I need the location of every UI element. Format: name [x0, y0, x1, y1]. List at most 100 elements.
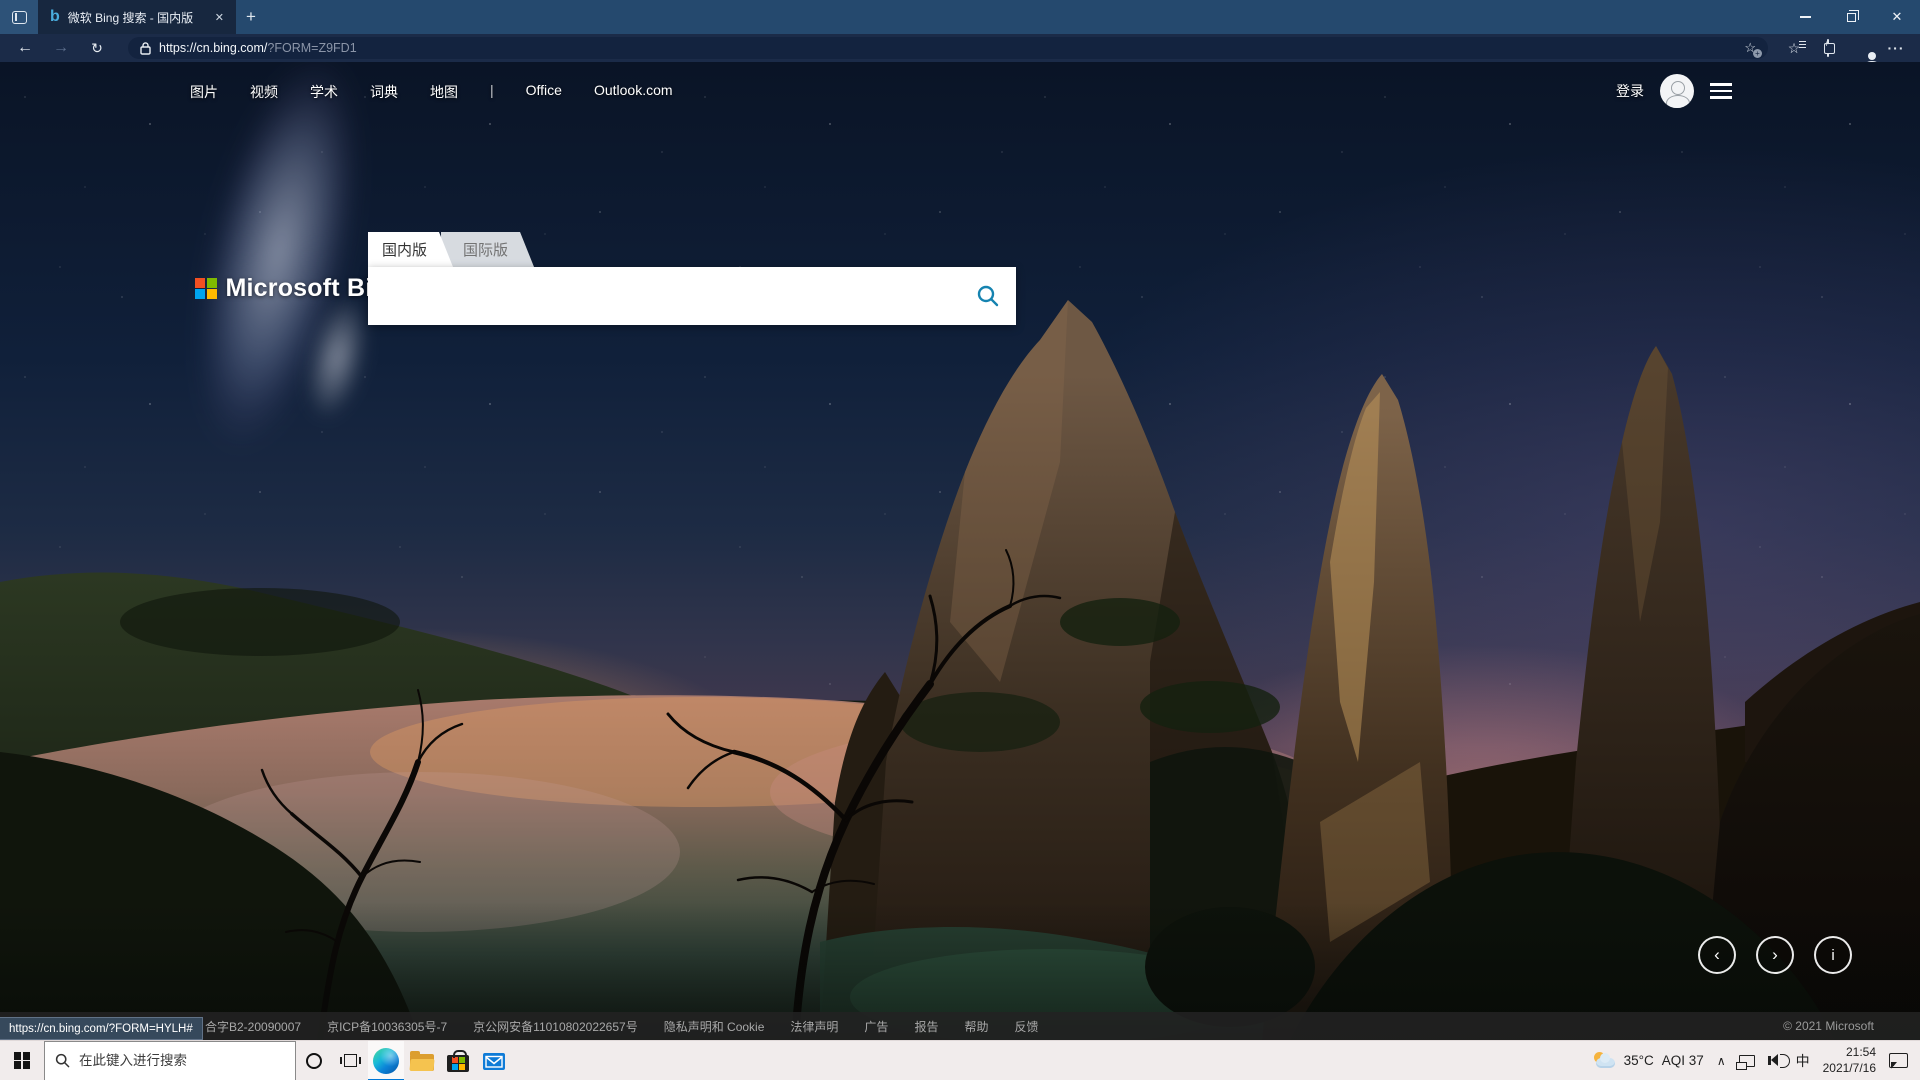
footer-license[interactable]: 合字B2-20090007 — [205, 1018, 301, 1035]
bing-header-right: 登录 — [1616, 74, 1732, 108]
footer-icp[interactable]: 京ICP备10036305号-7 — [327, 1018, 447, 1035]
carousel-next-button[interactable]: › — [1756, 936, 1794, 974]
network-icon[interactable] — [1739, 1055, 1755, 1067]
nav-images[interactable]: 图片 — [190, 82, 218, 102]
link-status-tooltip: https://cn.bing.com/?FORM=HYLH# — [0, 1017, 203, 1040]
search-box — [368, 267, 1016, 325]
cortana-button[interactable] — [296, 1041, 332, 1080]
clock-date: 2021/7/16 — [1823, 1061, 1876, 1077]
search-module: 国内版 国际版 — [368, 232, 1016, 325]
bing-nav: 图片 视频 学术 词典 地图 | Office Outlook.com — [190, 82, 673, 102]
restore-icon — [1847, 13, 1856, 22]
page-footer: 合字B2-20090007 京ICP备10036305号-7 京公网安备1101… — [0, 1012, 1920, 1040]
collections-icon — [1827, 39, 1829, 57]
store-button[interactable] — [440, 1041, 476, 1080]
weather-temp: 35°C — [1624, 1053, 1654, 1068]
mail-button[interactable] — [476, 1041, 512, 1080]
file-explorer-icon — [410, 1054, 434, 1071]
browser-toolbar: ← → ↻ https://cn.bing.com/?FORM=Z9FD1 ☆+… — [0, 34, 1920, 62]
footer-ads[interactable]: 广告 — [864, 1018, 888, 1035]
microsoft-logo-icon — [195, 278, 217, 300]
settings-menu-button[interactable]: ··· — [1882, 40, 1910, 56]
collections-button[interactable] — [1814, 40, 1842, 56]
footer-legal[interactable]: 法律声明 — [790, 1018, 838, 1035]
nav-divider: | — [490, 82, 494, 102]
minimize-button[interactable] — [1782, 0, 1828, 34]
footer-copyright: © 2021 Microsoft — [1783, 1019, 1920, 1033]
search-input[interactable] — [368, 267, 960, 325]
tab-domestic[interactable]: 国内版 — [368, 232, 453, 267]
search-tabs: 国内版 国际版 — [368, 232, 1016, 267]
window-controls: ✕ — [1782, 0, 1920, 34]
carousel-prev-button[interactable]: ‹ — [1698, 936, 1736, 974]
task-view-icon — [344, 1054, 357, 1067]
screen: b 微软 Bing 搜索 - 国内版 ✕ + ✕ ← → ↻ https://c… — [0, 0, 1920, 1080]
taskbar-tray: 35°C AQI 37 ∧ 中 21:54 2021/7/16 — [1592, 1045, 1920, 1076]
ime-indicator[interactable]: 中 — [1796, 1051, 1810, 1071]
mail-icon — [482, 1049, 506, 1073]
weather-aqi: AQI 37 — [1662, 1053, 1704, 1068]
footer-report[interactable]: 报告 — [914, 1018, 938, 1035]
action-center-icon[interactable] — [1889, 1053, 1908, 1068]
user-avatar-icon[interactable] — [1660, 74, 1694, 108]
favorites-button[interactable]: ☆ — [1780, 40, 1808, 57]
file-explorer-button[interactable] — [404, 1041, 440, 1080]
search-icon — [976, 284, 1000, 308]
edge-taskbar-button[interactable] — [368, 1041, 404, 1080]
tab-actions-icon — [12, 11, 27, 24]
lock-icon — [140, 42, 151, 55]
nav-dictionary[interactable]: 词典 — [370, 82, 398, 102]
bing-favicon: b — [50, 9, 60, 25]
clock-time: 21:54 — [1823, 1045, 1876, 1061]
refresh-button[interactable]: ↻ — [82, 41, 112, 55]
nav-academic[interactable]: 学术 — [310, 82, 338, 102]
bing-page: 图片 视频 学术 词典 地图 | Office Outlook.com 登录 M… — [0, 62, 1920, 1040]
minimize-icon — [1800, 16, 1811, 18]
landscape-illustration — [0, 62, 1920, 1040]
windows-taskbar: 35°C AQI 37 ∧ 中 21:54 2021/7/16 — [0, 1040, 1920, 1080]
volume-icon[interactable] — [1768, 1056, 1777, 1065]
nav-videos[interactable]: 视频 — [250, 82, 278, 102]
tab-international[interactable]: 国际版 — [441, 232, 534, 267]
nav-office[interactable]: Office — [526, 82, 562, 102]
footer-feedback[interactable]: 反馈 — [1014, 1018, 1038, 1035]
nav-maps[interactable]: 地图 — [430, 82, 458, 102]
signin-link[interactable]: 登录 — [1616, 81, 1644, 101]
back-button[interactable]: ← — [10, 40, 40, 56]
taskbar-clock[interactable]: 21:54 2021/7/16 — [1823, 1045, 1876, 1076]
url-main: https://cn.bing.com/ — [159, 41, 267, 55]
weather-widget[interactable]: 35°C AQI 37 — [1592, 1052, 1704, 1069]
forward-button[interactable]: → — [46, 40, 76, 56]
taskbar-search-input[interactable] — [79, 1053, 259, 1068]
task-view-button[interactable] — [332, 1041, 368, 1080]
hidden-icons-button[interactable]: ∧ — [1717, 1054, 1726, 1068]
address-bar[interactable]: https://cn.bing.com/?FORM=Z9FD1 ☆+ — [128, 37, 1768, 59]
tab-close-icon[interactable]: ✕ — [211, 9, 228, 26]
footer-psb[interactable]: 京公网安备11010802022657号 — [473, 1018, 638, 1035]
hamburger-menu-icon[interactable] — [1710, 83, 1732, 99]
add-favorite-icon[interactable]: ☆+ — [1740, 40, 1760, 56]
tab-actions-button[interactable] — [0, 0, 38, 34]
restore-button[interactable] — [1828, 0, 1874, 34]
footer-privacy[interactable]: 隐私声明和 Cookie — [664, 1018, 765, 1035]
url-param: ?FORM=Z9FD1 — [267, 41, 356, 55]
url-text: https://cn.bing.com/?FORM=Z9FD1 — [159, 41, 357, 55]
tab-title: 微软 Bing 搜索 - 国内版 — [68, 9, 203, 26]
footer-help[interactable]: 帮助 — [964, 1018, 988, 1035]
cortana-icon — [306, 1053, 322, 1069]
search-button[interactable] — [960, 267, 1016, 325]
browser-titlebar: b 微软 Bing 搜索 - 国内版 ✕ + ✕ — [0, 0, 1920, 34]
start-button[interactable] — [0, 1041, 44, 1080]
browser-tab[interactable]: b 微软 Bing 搜索 - 国内版 ✕ — [38, 0, 236, 34]
close-button[interactable]: ✕ — [1874, 0, 1920, 34]
windows-logo-icon — [14, 1052, 31, 1069]
partly-cloudy-icon — [1592, 1052, 1616, 1069]
titlebar-spacer — [266, 0, 1782, 34]
nav-outlook[interactable]: Outlook.com — [594, 82, 673, 102]
image-carousel-controls: ‹ › i — [1698, 936, 1852, 974]
taskbar-search-icon — [55, 1053, 70, 1068]
carousel-info-button[interactable]: i — [1814, 936, 1852, 974]
new-tab-button[interactable]: + — [236, 0, 266, 34]
store-icon — [447, 1055, 469, 1072]
taskbar-search-box[interactable] — [44, 1041, 296, 1080]
